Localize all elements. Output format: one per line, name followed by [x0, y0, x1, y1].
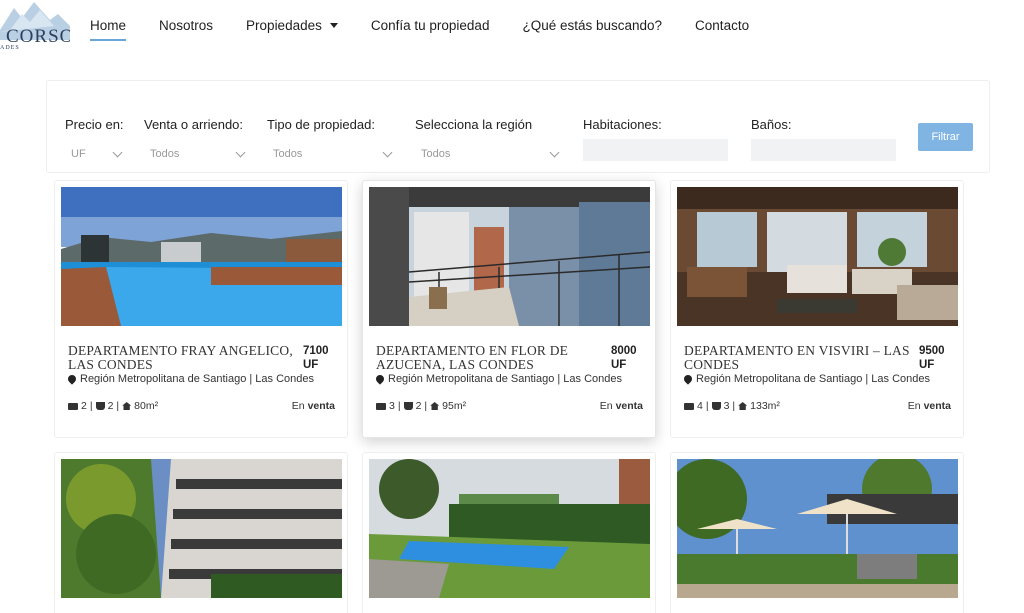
- caret-down-icon: [329, 23, 338, 29]
- filter-tipo-label: Tipo de propiedad:: [267, 117, 375, 132]
- property-card[interactable]: [670, 452, 964, 613]
- filter-precio: Precio en: UF: [65, 117, 124, 160]
- building-facade-photo[interactable]: [61, 459, 342, 598]
- property-operation: En venta: [600, 400, 643, 412]
- property-title[interactable]: DEPARTAMENTO EN VISVIRI – LAS CONDES: [684, 344, 919, 372]
- tipo-select-value: Todos: [273, 148, 303, 160]
- chevron-down-icon: [235, 147, 246, 157]
- property-features: 2 | 2 | 80m²: [68, 400, 158, 412]
- property-operation: En venta: [292, 400, 335, 412]
- filter-region-label: Selecciona la región: [415, 117, 533, 132]
- garden-pool-photo[interactable]: [369, 459, 650, 598]
- bath-icon: [403, 402, 413, 410]
- home-icon: [430, 402, 440, 410]
- bedrooms-count: 2: [81, 400, 87, 412]
- filter-precio-label: Precio en:: [65, 117, 124, 132]
- precio-select[interactable]: UF: [65, 143, 125, 165]
- filter-banos-label: Baños:: [751, 117, 792, 132]
- operacion-select[interactable]: Todos: [144, 143, 248, 165]
- bathrooms-count: 3: [723, 400, 730, 412]
- property-card[interactable]: DEPARTAMENTO EN VISVIRI – LAS CONDES 950…: [670, 180, 964, 438]
- filter-banos: Baños:: [751, 117, 896, 161]
- nav-propiedades[interactable]: Propiedades: [246, 18, 338, 33]
- region-select[interactable]: Todos: [415, 143, 562, 165]
- property-location: Región Metropolitana de Santiago | Las C…: [682, 373, 931, 385]
- main-nav: Home Nosotros Propiedades Confía tu prop…: [90, 15, 782, 41]
- operation-type: venta: [923, 400, 951, 412]
- area-value: 80m²: [134, 400, 159, 412]
- filter-operacion: Venta o arriendo: Todos: [144, 117, 246, 160]
- operation-type: venta: [615, 400, 643, 412]
- property-features: 3 | 2 | 95m²: [376, 400, 466, 412]
- filter-tipo: Tipo de propiedad: Todos: [267, 117, 393, 160]
- property-price: 8000 UF: [611, 345, 637, 371]
- property-price: 7100 UF: [303, 345, 329, 371]
- nav-confia[interactable]: Confía tu propiedad: [371, 18, 490, 33]
- bathrooms-count: 2: [107, 400, 114, 412]
- home-icon: [738, 402, 748, 410]
- area-value: 133m²: [750, 400, 780, 412]
- balcony-city-view-photo[interactable]: [369, 187, 650, 326]
- nav-nosotros[interactable]: Nosotros: [159, 18, 213, 33]
- filter-operacion-label: Venta o arriendo:: [144, 117, 244, 132]
- home-icon: [122, 402, 132, 410]
- precio-select-value: UF: [71, 148, 86, 160]
- map-pin-icon: [682, 373, 694, 385]
- habitaciones-input[interactable]: [583, 139, 728, 161]
- patio-umbrellas-photo[interactable]: [677, 459, 958, 598]
- property-card[interactable]: DEPARTAMENTO FRAY ANGELICO, LAS CONDES 7…: [54, 180, 348, 438]
- nav-home[interactable]: Home: [90, 18, 127, 41]
- bed-icon: [684, 402, 694, 410]
- rooftop-pool-photo[interactable]: [61, 187, 342, 326]
- nav-propiedades-label: Propiedades: [246, 17, 322, 33]
- property-title[interactable]: DEPARTAMENTO FRAY ANGELICO, LAS CONDES: [68, 344, 303, 372]
- property-card[interactable]: DEPARTAMENTO EN FLOR DE AZUCENA, LAS CON…: [362, 180, 656, 438]
- property-title[interactable]: DEPARTAMENTO EN FLOR DE AZUCENA, LAS CON…: [376, 344, 611, 372]
- map-pin-icon: [66, 373, 78, 385]
- map-pin-icon: [374, 373, 386, 385]
- bedrooms-count: 4: [697, 400, 703, 412]
- property-location-text: Región Metropolitana de Santiago | Las C…: [388, 373, 623, 385]
- property-location: Región Metropolitana de Santiago | Las C…: [374, 373, 623, 385]
- site-logo[interactable]: CORSO ADES: [0, 0, 70, 55]
- property-location-text: Región Metropolitana de Santiago | Las C…: [80, 373, 315, 385]
- operation-prefix: En: [907, 400, 921, 412]
- region-select-value: Todos: [421, 148, 451, 160]
- chevron-down-icon: [382, 147, 393, 157]
- property-operation: En venta: [908, 400, 951, 412]
- operation-type: venta: [307, 400, 335, 412]
- nav-contacto[interactable]: Contacto: [695, 18, 749, 33]
- property-card[interactable]: [54, 452, 348, 613]
- area-value: 95m²: [442, 400, 467, 412]
- property-price: 9500 UF: [919, 345, 945, 371]
- brand-tagline: ADES: [0, 45, 20, 51]
- bed-icon: [68, 402, 78, 410]
- property-card[interactable]: [362, 452, 656, 613]
- banos-input[interactable]: [751, 139, 896, 161]
- property-location: Región Metropolitana de Santiago | Las C…: [66, 373, 315, 385]
- filter-submit-button[interactable]: Filtrar: [918, 123, 973, 151]
- living-room-photo[interactable]: [677, 187, 958, 326]
- bedrooms-count: 3: [389, 400, 395, 412]
- operation-prefix: En: [599, 400, 613, 412]
- filter-habitaciones: Habitaciones:: [583, 117, 728, 161]
- property-location-text: Región Metropolitana de Santiago | Las C…: [696, 373, 931, 385]
- operacion-select-value: Todos: [150, 148, 180, 160]
- tipo-select[interactable]: Todos: [267, 143, 395, 165]
- chevron-down-icon: [112, 147, 123, 157]
- filter-region: Selecciona la región Todos: [415, 117, 560, 160]
- property-features: 4 | 3 | 133m²: [684, 400, 780, 412]
- operation-prefix: En: [291, 400, 305, 412]
- bath-icon: [95, 402, 105, 410]
- chevron-down-icon: [549, 147, 560, 157]
- bathrooms-count: 2: [415, 400, 422, 412]
- search-filter-bar: Precio en: UF Venta o arriendo: Todos Ti…: [46, 80, 990, 173]
- filter-habitaciones-label: Habitaciones:: [583, 117, 662, 132]
- bath-icon: [711, 402, 721, 410]
- nav-que-buscas[interactable]: ¿Qué estás buscando?: [522, 18, 662, 33]
- bed-icon: [376, 402, 386, 410]
